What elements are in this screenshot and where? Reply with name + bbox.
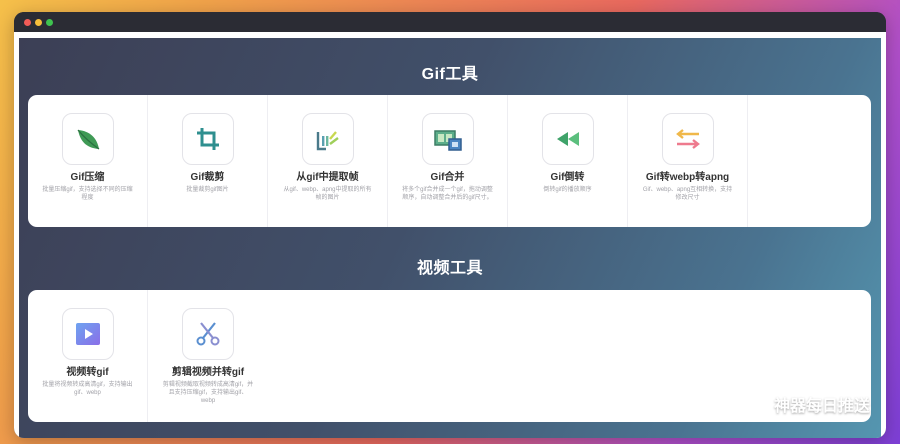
gif-tools-card: Gif压缩 批量压缩gif，支持选择不同的压缩程度 Gif裁剪 批量裁剪gif图… (28, 95, 871, 227)
tool-gif-compress[interactable]: Gif压缩 批量压缩gif，支持选择不同的压缩程度 (28, 95, 148, 227)
tool-description: Gif、webp、apng互相转换，支持修改尺寸 (642, 187, 733, 201)
empty-tool-slot (748, 95, 868, 227)
tool-description: 批量裁剪gif图片 (186, 187, 229, 193)
wechat-icon (744, 394, 768, 412)
tool-name: 视频转gif (66, 367, 109, 378)
tool-description: 剪辑视频截取视频转成高清gif，并且支持压缩gif，支持输出gif、webp (162, 382, 254, 404)
scissors-icon (196, 322, 220, 346)
gif-tools-title: Gif工具 (421, 66, 479, 83)
tool-clip-video-to-gif[interactable]: 剪辑视频并转gif 剪辑视频截取视频转成高清gif，并且支持压缩gif，支持输出… (148, 290, 268, 422)
tool-name: Gif倒转 (550, 172, 585, 183)
tool-icon-box (541, 113, 594, 165)
tool-format-convert[interactable]: Gif转webp转apng Gif、webp、apng互相转换，支持修改尺寸 (628, 95, 748, 227)
close-window-button[interactable] (24, 19, 31, 26)
tool-name: Gif合并 (430, 172, 465, 183)
play-icon (75, 323, 100, 345)
crop-icon (196, 128, 219, 150)
tool-description: 倒转gif的播放顺序 (543, 187, 592, 193)
tool-gif-crop[interactable]: Gif裁剪 批量裁剪gif图片 (148, 95, 268, 227)
video-tools-title: 视频工具 (416, 260, 483, 277)
tools-panel: Gif工具 Gif压缩 批量压缩gif，支持选择不同的压缩程度 Gif裁剪 批量… (19, 38, 881, 438)
leaf-icon (77, 129, 99, 150)
tool-name: Gif裁剪 (190, 172, 225, 183)
tool-name: Gif转webp转apng (645, 172, 730, 183)
tool-icon-box (301, 113, 354, 165)
tool-icon-box (182, 308, 234, 360)
watermark: 神器每日推送 (744, 392, 870, 416)
tool-video-to-gif[interactable]: 视频转gif 批量将视频转成高清gif，支持输出gif、webp (28, 290, 148, 422)
tool-icon-box (61, 113, 114, 165)
tool-icon-box (61, 308, 114, 360)
tool-name: 剪辑视频并转gif (171, 367, 245, 378)
tool-description: 批量将视频转成高清gif，支持输出gif、webp (42, 382, 133, 396)
tool-name: Gif压缩 (70, 172, 105, 183)
tool-icon-box (421, 113, 474, 165)
tool-description: 从gif、webp、apng中提取的所有帧的图片 (283, 187, 372, 201)
rewind-icon (556, 132, 579, 146)
content-frame: Gif工具 Gif压缩 批量压缩gif，支持选择不同的压缩程度 Gif裁剪 批量… (14, 32, 886, 438)
tool-description: 批量压缩gif，支持选择不同的压缩程度 (42, 187, 133, 201)
swap-arrows-icon (675, 129, 700, 149)
tool-name: 从gif中提取帧 (296, 172, 359, 183)
watermark-text: 神器每日推送 (773, 398, 870, 415)
maximize-window-button[interactable] (46, 19, 53, 26)
frames-icon (316, 131, 339, 151)
tool-icon-box (661, 113, 714, 165)
minimize-window-button[interactable] (35, 19, 42, 26)
tool-icon-box (181, 113, 234, 165)
tool-gif-reverse[interactable]: Gif倒转 倒转gif的播放顺序 (508, 95, 628, 227)
tool-extract-frames[interactable]: 从gif中提取帧 从gif、webp、apng中提取的所有帧的图片 (268, 95, 388, 227)
tool-gif-merge[interactable]: Gif合并 将多个gif合并成一个gif，拖动调整顺序，自动调整合并后的gif尺… (388, 95, 508, 227)
tool-description: 将多个gif合并成一个gif，拖动调整顺序，自动调整合并后的gif尺寸。 (402, 187, 493, 201)
film-icon (433, 130, 462, 151)
title-bar (14, 12, 886, 32)
app-window: Gif工具 Gif压缩 批量压缩gif，支持选择不同的压缩程度 Gif裁剪 批量… (14, 12, 886, 438)
